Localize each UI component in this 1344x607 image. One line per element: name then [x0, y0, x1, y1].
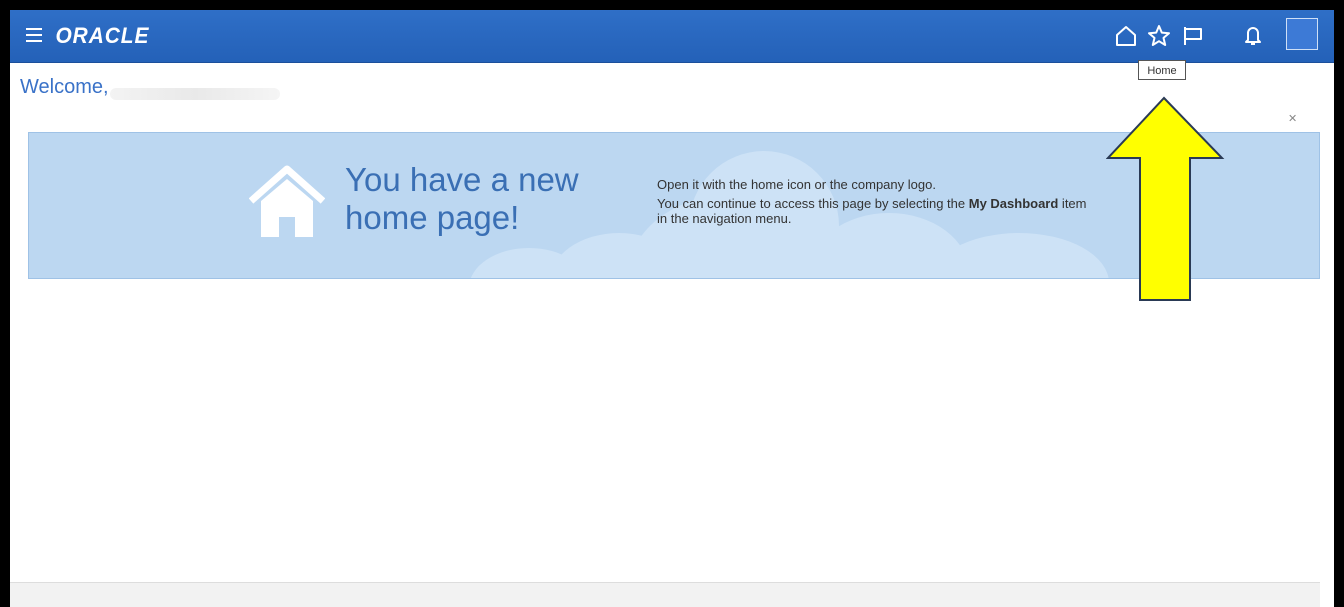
close-icon[interactable]: ✕: [1288, 112, 1297, 125]
oracle-logo[interactable]: ORACLE: [55, 23, 149, 49]
banner-headline: You have a new home page!: [345, 161, 579, 236]
user-avatar[interactable]: [1286, 18, 1318, 50]
banner-line-2-text: You can continue to access this page by …: [657, 196, 969, 211]
welcome-heading: Welcome,: [20, 76, 109, 98]
home-icon[interactable]: [1113, 23, 1139, 49]
banner-line-2: You can continue to access this page by …: [657, 196, 1087, 226]
banner-description: Open it with the home icon or the compan…: [657, 177, 1087, 230]
yellow-arrow-annotation: [1106, 96, 1225, 301]
house-icon: [249, 165, 325, 237]
favorites-star-icon[interactable]: [1146, 23, 1172, 49]
banner-line-1: Open it with the home icon or the compan…: [657, 177, 936, 192]
watchlist-flag-icon[interactable]: [1180, 23, 1206, 49]
global-header: ORACLE: [10, 10, 1334, 63]
home-tooltip: Home: [1138, 60, 1186, 80]
redacted-user-name: [110, 88, 280, 100]
my-dashboard-label: My Dashboard: [968, 196, 1059, 211]
browser-status-bar: [10, 582, 1320, 607]
notifications-bell-icon[interactable]: [1240, 23, 1266, 49]
browser-frame: ORACLE Home Welcome, ✕ You have a new ho…: [10, 10, 1334, 607]
menu-icon[interactable]: [24, 25, 46, 45]
